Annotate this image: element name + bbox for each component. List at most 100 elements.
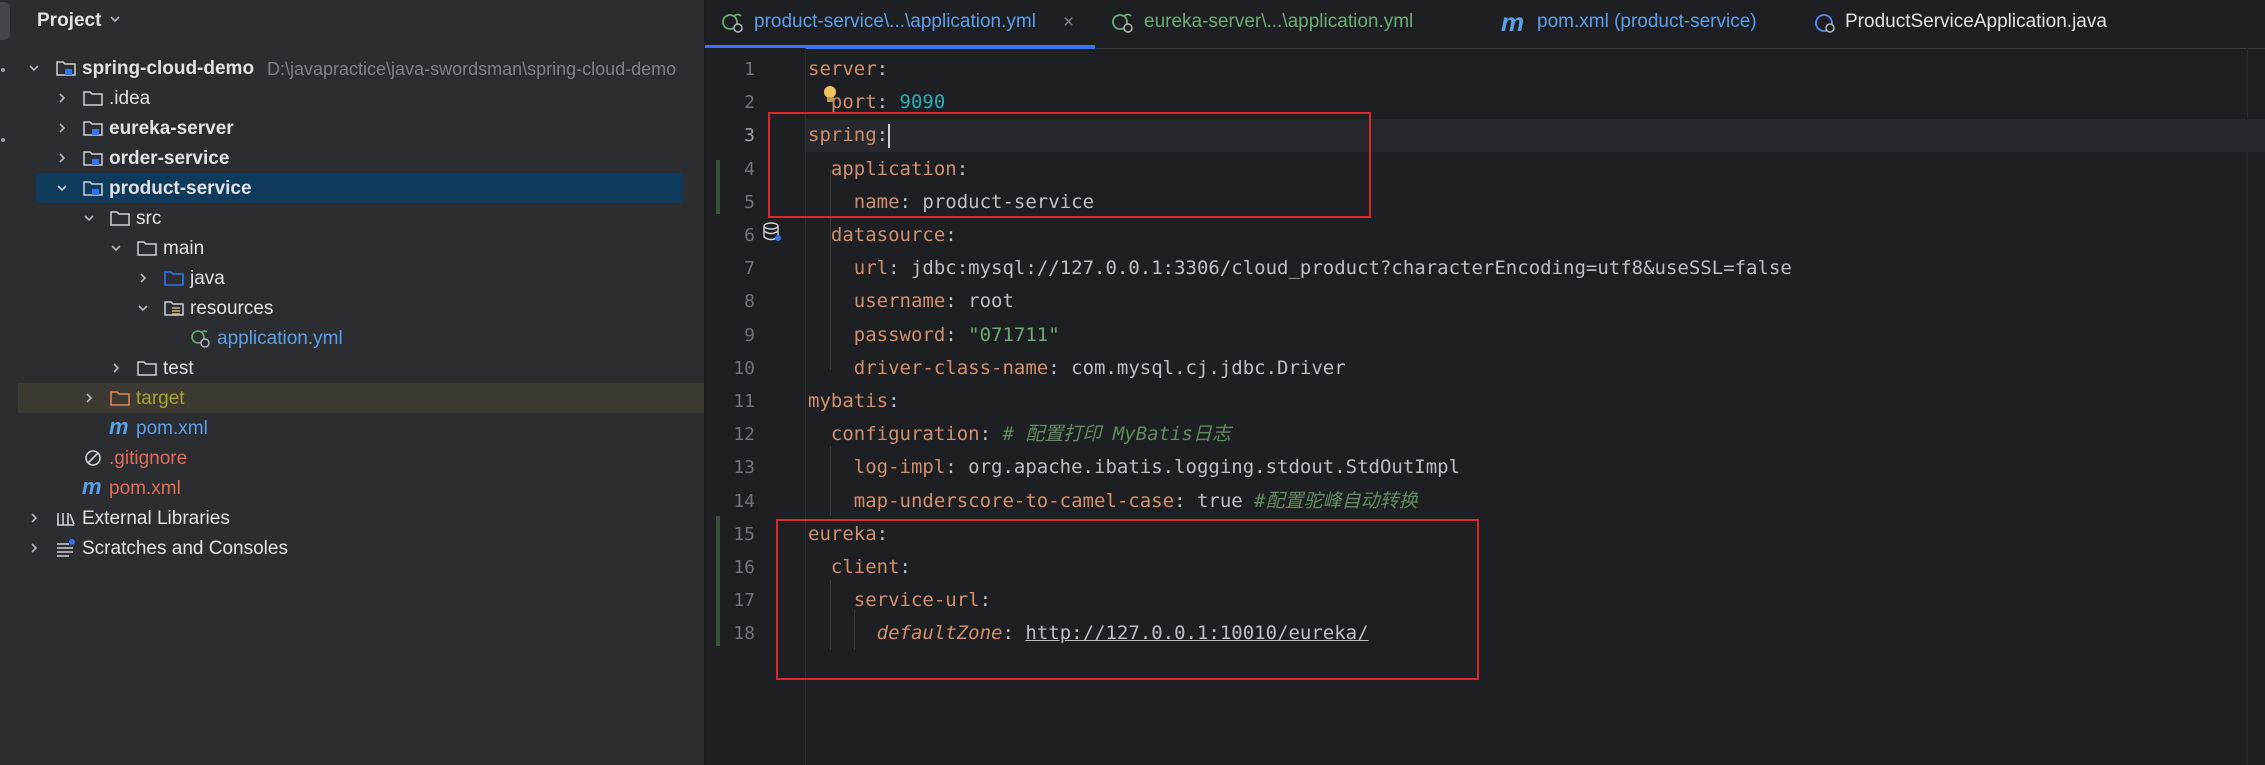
line-number[interactable]: 13 — [723, 457, 755, 478]
tree-item-pom-xml[interactable]: m pom.xml — [18, 413, 704, 443]
highlight-box-eureka-client — [776, 519, 1479, 680]
line-number[interactable]: 5 — [723, 192, 755, 213]
line-number[interactable]: 15 — [723, 524, 755, 545]
spring-boot-class-icon — [1815, 14, 1835, 33]
maven-icon: m — [109, 414, 129, 439]
code-token: # 配置打印 MyBatis日志 — [1002, 423, 1231, 446]
chevron-down-icon[interactable] — [55, 181, 69, 195]
chevron-right-icon[interactable] — [27, 511, 41, 525]
tab-eureka-server-application-yml[interactable]: eureka-server\...\application.yml — [1095, 0, 1465, 48]
vcs-change-marker[interactable] — [716, 160, 720, 214]
code-token: log-impl — [853, 456, 946, 479]
code-line[interactable]: server: — [808, 53, 888, 86]
line-number[interactable]: 1 — [723, 59, 755, 80]
tree-item-external-libraries[interactable]: External Libraries — [18, 503, 704, 533]
tree-item-eureka-server[interactable]: eureka-server — [18, 113, 704, 143]
line-number[interactable]: 4 — [723, 159, 755, 180]
line-number[interactable]: 2 — [723, 92, 755, 113]
code-line[interactable]: url: jdbc:mysql://127.0.0.1:3306/cloud_p… — [808, 252, 1792, 285]
folder-icon — [137, 361, 157, 376]
code-token: : — [1048, 356, 1072, 379]
code-token: : — [876, 91, 900, 114]
project-panel-title[interactable]: Project — [37, 10, 101, 32]
code-line[interactable]: map-underscore-to-camel-case: true #配置驼峰… — [808, 485, 1418, 518]
code-token: username — [853, 290, 946, 313]
tree-item-label: main — [163, 238, 205, 259]
line-number[interactable]: 14 — [723, 491, 755, 512]
tree-item-scratches[interactable]: Scratches and Consoles — [18, 533, 704, 563]
code-line[interactable]: password: "071711" — [808, 319, 1060, 352]
lightbulb-icon[interactable] — [819, 84, 841, 106]
code-token: datasource — [830, 224, 946, 246]
line-number[interactable]: 10 — [723, 358, 755, 379]
maven-icon: m — [82, 474, 102, 499]
tree-item-main[interactable]: main — [18, 233, 704, 263]
tree-item-application-yml[interactable]: application.yml — [18, 323, 704, 353]
chevron-right-icon[interactable] — [82, 391, 96, 405]
tree-item-java[interactable]: java — [18, 263, 704, 293]
tool-strip-icon[interactable] — [1, 68, 5, 72]
tree-item-label: resources — [190, 298, 274, 319]
tree-item-order-service[interactable]: order-service — [18, 143, 704, 173]
chevron-right-icon[interactable] — [55, 121, 69, 135]
line-number[interactable]: 11 — [723, 391, 755, 412]
chevron-down-icon[interactable] — [136, 301, 150, 315]
tree-item-spring-cloud-demo[interactable]: spring-cloud-demo D:\javapractice\java-s… — [18, 53, 704, 83]
code-line[interactable]: log-impl: org.apache.ibatis.logging.stdo… — [808, 451, 1460, 484]
chevron-down-icon[interactable] — [27, 61, 41, 75]
database-icon[interactable] — [761, 221, 783, 243]
chevron-right-icon[interactable] — [27, 541, 41, 555]
tree-item-src[interactable]: src — [18, 203, 704, 233]
code-line[interactable]: driver-class-name: com.mysql.cj.jdbc.Dri… — [808, 352, 1346, 385]
code-token: driver-class-name — [853, 356, 1049, 379]
line-number[interactable]: 3 — [723, 125, 755, 146]
code-token: : — [1174, 489, 1197, 512]
tree-item-target[interactable]: target — [18, 383, 704, 413]
tab-pom-xml-product-service[interactable]: m pom.xml (product-service) — [1485, 0, 1805, 48]
tab-product-service-application-yml[interactable]: product-service\...\application.yml × — [705, 0, 1095, 49]
tree-item-resources[interactable]: resources — [18, 293, 704, 323]
tab-label: product-service\...\application.yml — [754, 11, 1036, 32]
code-line[interactable]: mybatis: — [808, 385, 900, 418]
tree-item-product-service[interactable]: product-service — [18, 173, 704, 203]
chevron-down-icon[interactable] — [82, 211, 96, 225]
line-number[interactable]: 18 — [723, 623, 755, 644]
chevron-right-icon[interactable] — [55, 91, 69, 105]
code-line[interactable]: configuration: # 配置打印 MyBatis日志 — [808, 418, 1231, 451]
line-number[interactable]: 17 — [723, 590, 755, 611]
tree-item-idea[interactable]: .idea — [18, 83, 704, 113]
source-folder-icon — [164, 271, 184, 286]
tab-product-service-application-java[interactable]: ProductServiceApplication.java — [1805, 0, 2205, 48]
chevron-down-icon[interactable] — [108, 12, 122, 26]
project-tool-button[interactable] — [0, 2, 10, 40]
tree-item-label: product-service — [109, 178, 252, 199]
editor-right-margin — [2247, 48, 2248, 765]
line-number[interactable]: 9 — [723, 325, 755, 346]
tree-item-pom-xml-root[interactable]: m pom.xml — [18, 473, 704, 503]
spring-yml-icon — [1112, 13, 1133, 33]
line-number[interactable]: 8 — [723, 291, 755, 312]
line-number[interactable]: 12 — [723, 424, 755, 445]
chevron-right-icon[interactable] — [109, 361, 123, 375]
chevron-down-icon[interactable] — [109, 241, 123, 255]
vcs-change-marker[interactable] — [716, 516, 720, 646]
tree-item-label: java — [190, 268, 225, 289]
tree-item-label: pom.xml — [109, 478, 181, 499]
tool-strip-icon[interactable] — [1, 138, 5, 142]
close-icon[interactable]: × — [1063, 12, 1074, 34]
tree-item-label: target — [136, 388, 185, 409]
code-token: #配置驼峰自动转换 — [1254, 489, 1418, 512]
line-number[interactable]: 7 — [723, 258, 755, 279]
tree-item-gitignore[interactable]: .gitignore — [18, 443, 704, 473]
line-number[interactable]: 6 — [723, 225, 755, 246]
module-folder-icon — [56, 61, 76, 76]
code-token: : — [945, 290, 969, 313]
line-number[interactable]: 16 — [723, 557, 755, 578]
code-token: : — [945, 224, 957, 246]
chevron-right-icon[interactable] — [55, 151, 69, 165]
chevron-right-icon[interactable] — [136, 271, 150, 285]
module-folder-icon — [83, 151, 103, 166]
code-line[interactable]: username: root — [808, 285, 1014, 318]
tree-item-test[interactable]: test — [18, 353, 704, 383]
tool-window-strip — [0, 0, 18, 765]
